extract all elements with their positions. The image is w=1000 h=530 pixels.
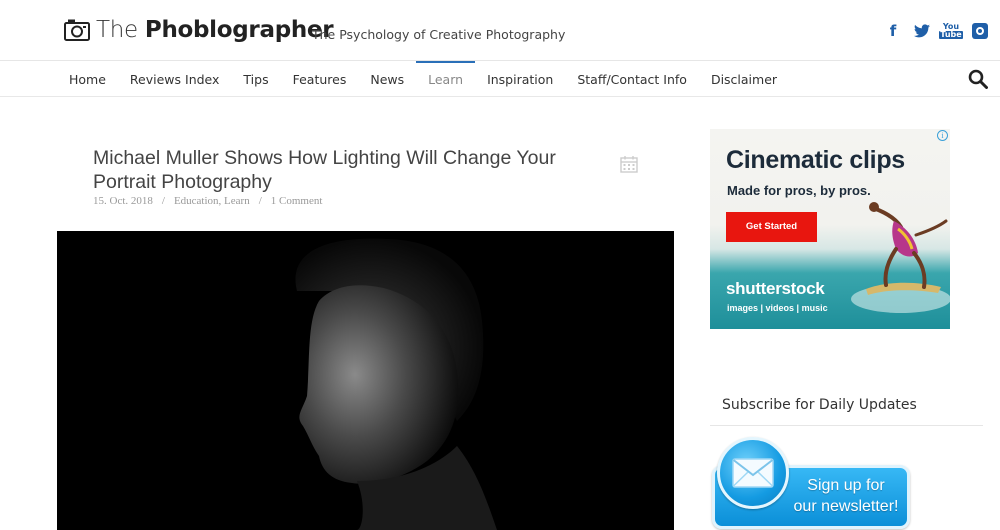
site-name-light: The [96, 17, 145, 43]
calendar-icon [620, 156, 638, 173]
search-icon[interactable] [968, 69, 988, 89]
meta-separator: / [258, 195, 262, 207]
youtube-icon[interactable]: You Tube [939, 22, 963, 40]
twitter-icon[interactable] [914, 22, 930, 40]
nav-item-home[interactable]: Home [57, 61, 118, 97]
nav-menu: Home Reviews Index Tips Features News Le… [57, 61, 789, 97]
social-links: f You Tube [885, 22, 988, 40]
site-name-bold: Phoblographer [144, 17, 334, 43]
site-name: The Phoblographer [96, 17, 334, 43]
main-nav: Home Reviews Index Tips Features News Le… [0, 61, 1000, 97]
sidebar-advertisement[interactable]: i Cinematic clips Made for pros, by pros… [710, 129, 950, 329]
newsletter-button-label: Sign up for our newsletter! [784, 475, 908, 517]
article-meta: 15. Oct. 2018 / Education, Learn / 1 Comment [93, 195, 322, 207]
envelope-icon [732, 458, 774, 488]
portrait-illustration [57, 231, 674, 530]
divider [710, 425, 983, 426]
ad-headline: Cinematic clips [726, 146, 905, 174]
instagram-icon[interactable] [972, 23, 988, 39]
site-tagline: The Psychology of Creative Photography [312, 27, 566, 42]
subscribe-heading: Subscribe for Daily Updates [722, 397, 917, 413]
youtube-label-bottom: Tube [939, 30, 963, 39]
newsletter-line-1: Sign up for [807, 477, 885, 494]
nav-item-staff-contact[interactable]: Staff/Contact Info [565, 61, 699, 97]
newsletter-badge [717, 437, 789, 509]
nav-item-learn[interactable]: Learn [416, 61, 476, 97]
nav-item-news[interactable]: News [358, 61, 416, 97]
nav-item-features[interactable]: Features [281, 61, 359, 97]
site-header: The Phoblographer The Psychology of Crea… [0, 0, 1000, 61]
hero-portrait-image [57, 231, 674, 530]
article-comments-link[interactable]: 1 Comment [271, 195, 323, 207]
article-date: 15. Oct. 2018 [93, 195, 153, 207]
ad-categories: images | videos | music [727, 303, 828, 313]
newsletter-line-2: our newsletter! [793, 498, 899, 515]
ad-brand-logo: shutterstock [726, 279, 825, 298]
article-categories[interactable]: Education, Learn [174, 195, 250, 207]
surfer-illustration [851, 202, 950, 313]
ad-info-icon[interactable]: i [937, 130, 948, 141]
site-logo[interactable]: The Phoblographer [64, 17, 334, 43]
nav-item-disclaimer[interactable]: Disclaimer [699, 61, 789, 97]
nav-item-inspiration[interactable]: Inspiration [475, 61, 565, 97]
meta-separator: / [161, 195, 165, 207]
camera-logo-icon [64, 19, 90, 41]
nav-item-reviews-index[interactable]: Reviews Index [118, 61, 232, 97]
facebook-icon[interactable]: f [885, 22, 901, 40]
nav-item-tips[interactable]: Tips [231, 61, 280, 97]
newsletter-signup-button[interactable]: Sign up for our newsletter! [712, 437, 910, 530]
article-title[interactable]: Michael Muller Shows How Lighting Will C… [93, 146, 603, 194]
ad-get-started-button[interactable]: Get Started [726, 212, 817, 242]
